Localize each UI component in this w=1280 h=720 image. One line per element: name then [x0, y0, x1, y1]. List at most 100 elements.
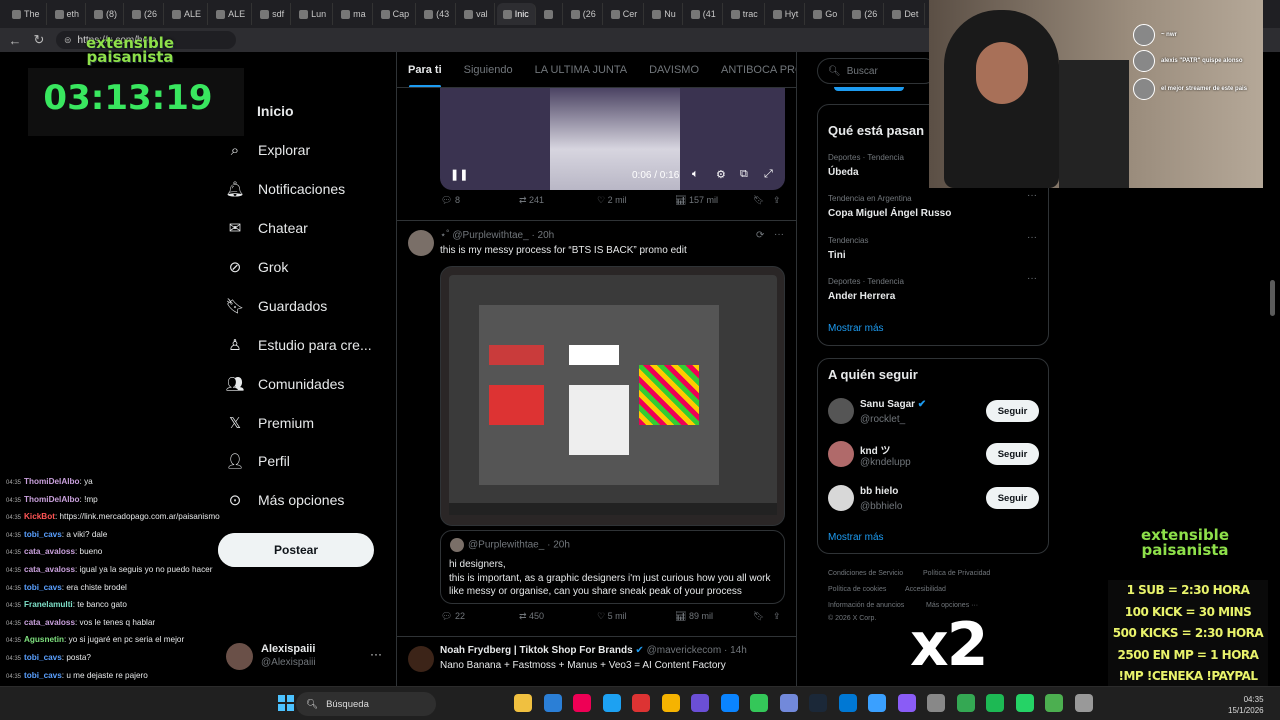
app-icon[interactable]: [573, 694, 591, 712]
views-button[interactable]: 📊︎ 89 mil: [675, 611, 713, 622]
app-icon[interactable]: [868, 694, 886, 712]
tweet-author[interactable]: Noah Frydberg | Tiktok Shop For Brands ✔…: [440, 645, 747, 656]
bookmark-icon[interactable]: 🔖︎: [753, 195, 764, 206]
pause-icon[interactable]: ❚❚: [450, 168, 468, 181]
feed-tab[interactable]: LA ULTIMA JUNTA: [524, 52, 639, 87]
browser-tab[interactable]: Go: [807, 3, 845, 25]
edge-icon[interactable]: [543, 694, 562, 712]
browser-tab[interactable]: val: [458, 3, 495, 25]
steam-icon[interactable]: [809, 694, 827, 712]
pen-icon[interactable]: [691, 694, 709, 712]
trend-name[interactable]: Úbeda: [828, 167, 859, 178]
browser-tab[interactable]: (43: [418, 3, 457, 25]
follow-button[interactable]: Seguir: [986, 400, 1039, 422]
tweet-author[interactable]: ⋆˚ @Purplewithtae_ · 20h: [440, 230, 554, 241]
feed-tab[interactable]: ANTIBOCA PROFESI: [710, 52, 796, 87]
views-button[interactable]: 📊︎ 157 mil: [675, 195, 718, 206]
nav-item-notificaciones[interactable]: 🔔︎ Notificaciones: [225, 171, 345, 207]
nav-item-perfil[interactable]: 👤︎ Perfil: [225, 443, 289, 479]
browser-tab[interactable]: (8): [88, 3, 125, 25]
nav-item-guardados[interactable]: 🔖︎ Guardados: [225, 288, 327, 324]
nav-item-explorar[interactable]: ⌕ Explorar: [226, 132, 310, 168]
tweet-image[interactable]: [440, 266, 785, 526]
app-icon[interactable]: [986, 694, 1004, 712]
trend-name[interactable]: Copa Miguel Ángel Russo: [828, 208, 951, 219]
footer-link[interactable]: Información de anuncios: [828, 602, 904, 609]
discord-icon[interactable]: [779, 694, 798, 712]
more-icon[interactable]: ···: [1027, 273, 1037, 284]
footer-link[interactable]: Política de Privacidad: [923, 570, 990, 577]
feed-tab[interactable]: Para ti: [397, 52, 453, 87]
follow-name[interactable]: knd ツ: [860, 442, 891, 457]
browser-tab[interactable]: eth: [49, 3, 87, 25]
nav-item-inicio[interactable]: Inicio: [257, 93, 294, 129]
file-explorer-icon[interactable]: [514, 694, 532, 712]
like-button[interactable]: ♡ 2 mil: [597, 195, 627, 206]
browser-tab[interactable]: Inic: [496, 3, 536, 25]
more-icon[interactable]: ···: [1027, 232, 1037, 243]
scrollbar-thumb[interactable]: [1270, 280, 1275, 316]
footer-link[interactable]: Más opciones ···: [926, 602, 978, 609]
nav-item-comunidades[interactable]: 👥︎ Comunidades: [225, 366, 344, 402]
browser-tab[interactable]: (26: [126, 3, 165, 25]
terminal-icon[interactable]: [927, 694, 945, 712]
opera-icon[interactable]: [632, 694, 650, 712]
trend-name[interactable]: Ander Herrera: [828, 291, 895, 302]
app-icon[interactable]: [897, 694, 916, 712]
app-icon[interactable]: [1045, 694, 1063, 712]
pip-icon[interactable]: ⧉: [740, 168, 748, 181]
start-icon[interactable]: [278, 695, 294, 711]
settings-icon[interactable]: [1074, 694, 1093, 712]
repost-button[interactable]: ⇄ 241: [519, 195, 544, 206]
feed-tab[interactable]: Siguiendo: [453, 52, 524, 87]
nav-item-grok[interactable]: ⊘ Grok: [226, 249, 289, 285]
nav-item-premium[interactable]: 𝕏 Premium: [226, 405, 314, 441]
app-icon[interactable]: [602, 694, 621, 712]
more-icon[interactable]: ···: [774, 229, 784, 240]
chrome-icon[interactable]: [956, 694, 975, 712]
like-button[interactable]: ♡ 5 mil: [597, 611, 627, 622]
follow-avatar[interactable]: [828, 485, 854, 511]
browser-tab[interactable]: trac: [725, 3, 765, 25]
browser-tab[interactable]: ALE: [210, 3, 253, 25]
feed-tab[interactable]: DAVISMO: [638, 52, 710, 87]
browser-tab[interactable]: Cer: [605, 3, 645, 25]
footer-link[interactable]: Condiciones de Servicio: [828, 570, 903, 577]
follow-avatar[interactable]: [828, 441, 854, 467]
follow-name[interactable]: Sanu Sagar ✔: [860, 399, 926, 410]
browser-tab[interactable]: sdf: [254, 3, 292, 25]
repost-button[interactable]: ⇄ 450: [519, 611, 544, 622]
system-clock[interactable]: 04:35 15/1/2026: [1228, 694, 1264, 716]
search-input[interactable]: 🔍︎ Buscar: [817, 58, 937, 84]
nav-item-más-opciones[interactable]: ⊙ Más opciones: [226, 482, 345, 518]
reply-button[interactable]: 💬︎ 22: [441, 611, 465, 622]
follow-button[interactable]: Seguir: [986, 443, 1039, 465]
reload-icon[interactable]: ↻: [32, 32, 46, 48]
browser-tab[interactable]: (41: [685, 3, 723, 25]
grok-icon[interactable]: ⟳: [756, 230, 764, 241]
browser-tab[interactable]: Lun: [293, 3, 334, 25]
folder-icon[interactable]: [661, 694, 680, 712]
tweet-avatar[interactable]: [408, 646, 434, 672]
trends-show-more[interactable]: Mostrar más: [828, 323, 884, 334]
nav-item-chatear[interactable]: ✉ Chatear: [226, 210, 308, 246]
browser-tab[interactable]: ma: [335, 3, 373, 25]
browser-tab[interactable]: Cap: [375, 3, 417, 25]
follow-avatar[interactable]: [828, 398, 854, 424]
settings-icon[interactable]: ⚙: [716, 168, 726, 181]
app-icon[interactable]: [750, 694, 768, 712]
browser-tab[interactable]: [538, 3, 563, 25]
more-icon[interactable]: ···: [1027, 190, 1037, 201]
profile-more-icon[interactable]: ···: [370, 647, 382, 661]
follow-show-more[interactable]: Mostrar más: [828, 532, 884, 543]
reply-button[interactable]: 💬︎ 8: [441, 195, 460, 206]
tweet-video[interactable]: [440, 88, 785, 190]
vscode-icon[interactable]: [838, 694, 857, 712]
browser-tab[interactable]: Nu: [646, 3, 683, 25]
taskbar-search[interactable]: 🔍︎ Búsqueda: [296, 692, 436, 716]
share-icon[interactable]: ⇪: [773, 195, 781, 206]
nav-item-estudio-para-cre[interactable]: ♙ Estudio para cre...: [226, 327, 371, 363]
fullscreen-icon[interactable]: ⤢: [764, 168, 773, 181]
browser-tab[interactable]: The: [6, 3, 47, 25]
footer-link[interactable]: Accesibilidad: [905, 586, 946, 593]
